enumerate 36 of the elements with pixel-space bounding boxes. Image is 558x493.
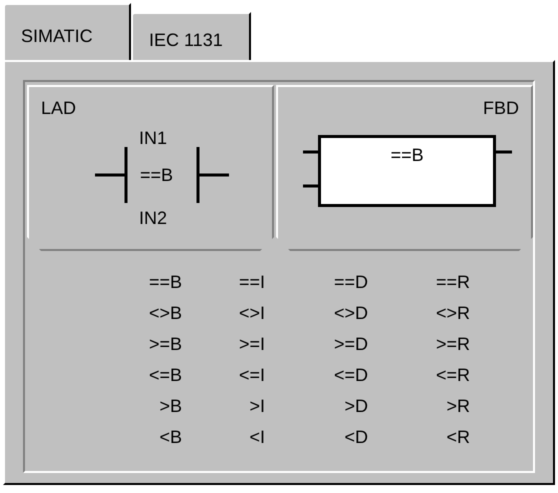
compare-operator[interactable]: ==D (334, 271, 368, 294)
input-label: IN2 (139, 207, 168, 230)
compare-operator[interactable]: <R (446, 426, 470, 449)
compare-operator[interactable]: <=R (436, 364, 470, 387)
lad-view-button[interactable]: LAD IN1 ==B IN2 (27, 85, 274, 251)
compare-operator[interactable]: <>D (334, 302, 368, 325)
fbd-view-button[interactable]: FBD ==B (276, 85, 533, 251)
compare-operator[interactable]: >=R (436, 333, 470, 356)
tab[interactable]: SIMATIC (3, 3, 131, 60)
compare-operator[interactable]: <D (344, 426, 368, 449)
input-label: IN1 (139, 127, 168, 150)
operator-label: ==B (140, 164, 174, 187)
compare-operator[interactable]: >B (159, 395, 182, 418)
compare-operator[interactable]: <=D (334, 364, 368, 387)
compare-operator[interactable]: ==R (436, 271, 470, 294)
output-pin-drawing (496, 150, 512, 154)
compare-operator[interactable]: ==B (148, 271, 182, 294)
compare-operator[interactable]: <=B (148, 364, 182, 387)
compare-operator[interactable]: >=I (238, 333, 265, 356)
view-label: LAD (41, 97, 76, 120)
compare-operator[interactable]: <=I (238, 364, 265, 387)
compare-operator[interactable]: ==I (238, 271, 265, 294)
compare-operator[interactable]: <I (249, 426, 265, 449)
compare-operator[interactable]: >R (446, 395, 470, 418)
compare-operator[interactable]: <>R (436, 302, 470, 325)
tab[interactable]: IEC 1131 (131, 12, 251, 60)
compare-operator[interactable]: >=B (148, 333, 182, 356)
input-pins-drawing (303, 150, 320, 188)
compare-operator[interactable]: >I (249, 395, 265, 418)
compare-operator[interactable]: <>I (238, 302, 265, 325)
compare-operator[interactable]: <>B (148, 302, 182, 325)
view-label: FBD (483, 97, 519, 120)
compare-operator[interactable]: >=D (334, 333, 368, 356)
compare-operator[interactable]: <B (159, 426, 182, 449)
compare-operator[interactable]: >D (344, 395, 368, 418)
operator-label: ==B (390, 146, 424, 164)
